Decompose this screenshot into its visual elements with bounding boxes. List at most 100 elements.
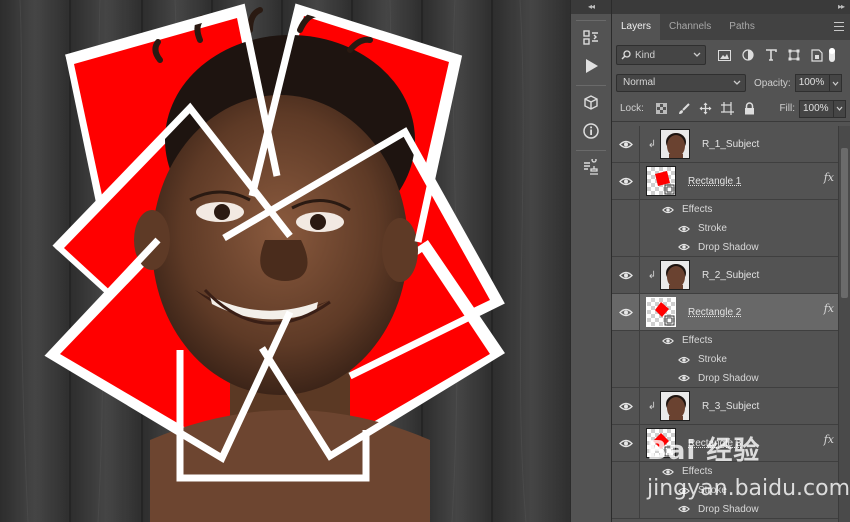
fill-label: Fill: [779, 103, 795, 114]
eye-icon[interactable] [676, 374, 692, 382]
eye-icon[interactable] [676, 356, 692, 364]
panel-menu-icon[interactable] [834, 22, 844, 31]
effects-row[interactable]: Effects [612, 200, 850, 219]
panel-tabs: Layers Channels Paths [612, 14, 850, 40]
eye-icon[interactable] [612, 388, 640, 424]
effect-row-stroke[interactable]: Stroke [612, 219, 850, 238]
eye-icon[interactable] [660, 468, 676, 476]
lock-position-move-icon[interactable] [698, 101, 714, 117]
effects-label: Effects [682, 204, 713, 215]
eye-icon[interactable] [676, 225, 692, 233]
effect-row-drop-shadow[interactable]: Drop Shadow [612, 238, 850, 257]
3d-cube-icon[interactable] [576, 90, 606, 116]
eye-slot [612, 331, 640, 350]
effects-label: Effects [682, 335, 713, 346]
eye-slot [612, 481, 640, 500]
info-icon[interactable] [576, 118, 606, 144]
smart-object-filter-icon[interactable] [808, 47, 825, 64]
layer-list-scrollbar[interactable] [838, 126, 850, 522]
clipping-arrow-icon: ↲ [647, 400, 657, 412]
layer-name[interactable]: R_2_Subject [702, 270, 759, 281]
eye-icon[interactable] [676, 487, 692, 495]
layer-thumbnail [660, 391, 690, 421]
lock-label: Lock: [620, 103, 644, 114]
collapse-dock-button[interactable]: ◂◂ [571, 0, 611, 14]
document-canvas[interactable] [0, 0, 570, 522]
strip-group-1 [576, 20, 606, 79]
eye-slot [612, 462, 640, 481]
eye-icon[interactable] [612, 163, 640, 199]
layer-name[interactable]: Rectangle 2 [688, 307, 741, 318]
play-actions-icon[interactable] [576, 53, 606, 79]
clone-source-icon[interactable] [576, 155, 606, 181]
eye-icon[interactable] [612, 257, 640, 293]
layer-row-rectangle-3[interactable]: Rectangle 3 fx [612, 425, 850, 462]
eye-icon[interactable] [660, 206, 676, 214]
opacity-label: Opacity: [754, 77, 791, 89]
scrollbar-thumb[interactable] [841, 148, 848, 298]
eye-icon[interactable] [660, 337, 676, 345]
eye-slot [612, 200, 640, 219]
canvas-artwork [0, 0, 570, 522]
fill-dropdown-button[interactable] [833, 99, 846, 118]
effect-name: Drop Shadow [698, 503, 759, 515]
layer-row-r3-subject[interactable]: ↲ R_3_Subject [612, 388, 850, 425]
eye-slot [612, 500, 640, 518]
layer-list[interactable]: ↲ R_1_Subject Rectangle 1 fx Effects Str… [612, 126, 850, 522]
eye-slot [612, 350, 640, 369]
effect-row-stroke[interactable]: Stroke [612, 350, 850, 369]
effect-row-stroke[interactable]: Stroke [612, 481, 850, 500]
strip-group-3 [576, 150, 606, 181]
panel-collapse-bar[interactable]: ▸▸ [612, 0, 850, 14]
tab-layers[interactable]: Layers [612, 14, 661, 40]
layer-name[interactable]: Rectangle 1 [688, 176, 741, 187]
blend-mode-select[interactable]: Normal [616, 74, 746, 92]
clipping-arrow-icon: ↲ [647, 269, 657, 281]
type-filter-icon[interactable] [762, 47, 779, 64]
clipping-arrow-icon: ↲ [647, 138, 657, 150]
layer-thumbnail [646, 166, 676, 196]
tab-channels[interactable]: Channels [660, 14, 720, 40]
eye-slot [612, 219, 640, 238]
layer-name[interactable]: Rectangle 3 [688, 438, 741, 449]
filter-kind-label: Kind [635, 49, 656, 61]
opacity-input[interactable]: 100% [794, 74, 829, 92]
tab-paths[interactable]: Paths [720, 14, 764, 40]
fx-effects-icon[interactable]: fx [824, 302, 834, 315]
effect-row-drop-shadow[interactable]: Drop Shadow [612, 500, 850, 519]
lock-all-padlock-icon[interactable] [742, 101, 758, 117]
fx-effects-icon[interactable]: fx [824, 433, 834, 446]
lock-row: Lock: Fill: 100% [612, 96, 850, 122]
fx-effects-icon[interactable]: fx [824, 171, 834, 184]
filter-toggle-switch[interactable] [829, 48, 835, 62]
layer-name[interactable]: R_3_Subject [702, 401, 759, 412]
eye-icon[interactable] [612, 425, 640, 461]
eye-icon[interactable] [612, 126, 640, 162]
layer-row-r1-subject[interactable]: ↲ R_1_Subject [612, 126, 850, 163]
eye-slot [612, 369, 640, 387]
effect-row-drop-shadow[interactable]: Drop Shadow [612, 369, 850, 388]
filter-kind-select[interactable]: Kind [616, 45, 706, 65]
effect-name: Drop Shadow [698, 372, 759, 384]
layer-row-r2-subject[interactable]: ↲ R_2_Subject [612, 257, 850, 294]
layer-thumbnail [660, 129, 690, 159]
lock-transparent-pixels-icon[interactable] [654, 101, 670, 117]
history-icon[interactable] [576, 25, 606, 51]
effect-name: Drop Shadow [698, 241, 759, 253]
chevron-down-icon [733, 80, 741, 85]
eye-icon[interactable] [612, 294, 640, 330]
eye-icon[interactable] [676, 243, 692, 251]
lock-artboard-icon[interactable] [720, 101, 736, 117]
layer-row-rectangle-1[interactable]: Rectangle 1 fx [612, 163, 850, 200]
layer-row-rectangle-2[interactable]: Rectangle 2 fx [612, 294, 850, 331]
fill-input[interactable]: 100% [799, 99, 833, 118]
effects-row[interactable]: Effects [612, 462, 850, 481]
adjustment-filter-icon[interactable] [739, 47, 756, 64]
effects-row[interactable]: Effects [612, 331, 850, 350]
opacity-dropdown-button[interactable] [828, 74, 842, 92]
eye-icon[interactable] [676, 505, 692, 513]
pixel-layer-filter-icon[interactable] [716, 47, 733, 64]
lock-image-pixels-brush-icon[interactable] [676, 101, 692, 117]
shape-filter-icon[interactable] [785, 47, 802, 64]
layer-name[interactable]: R_1_Subject [702, 139, 759, 150]
